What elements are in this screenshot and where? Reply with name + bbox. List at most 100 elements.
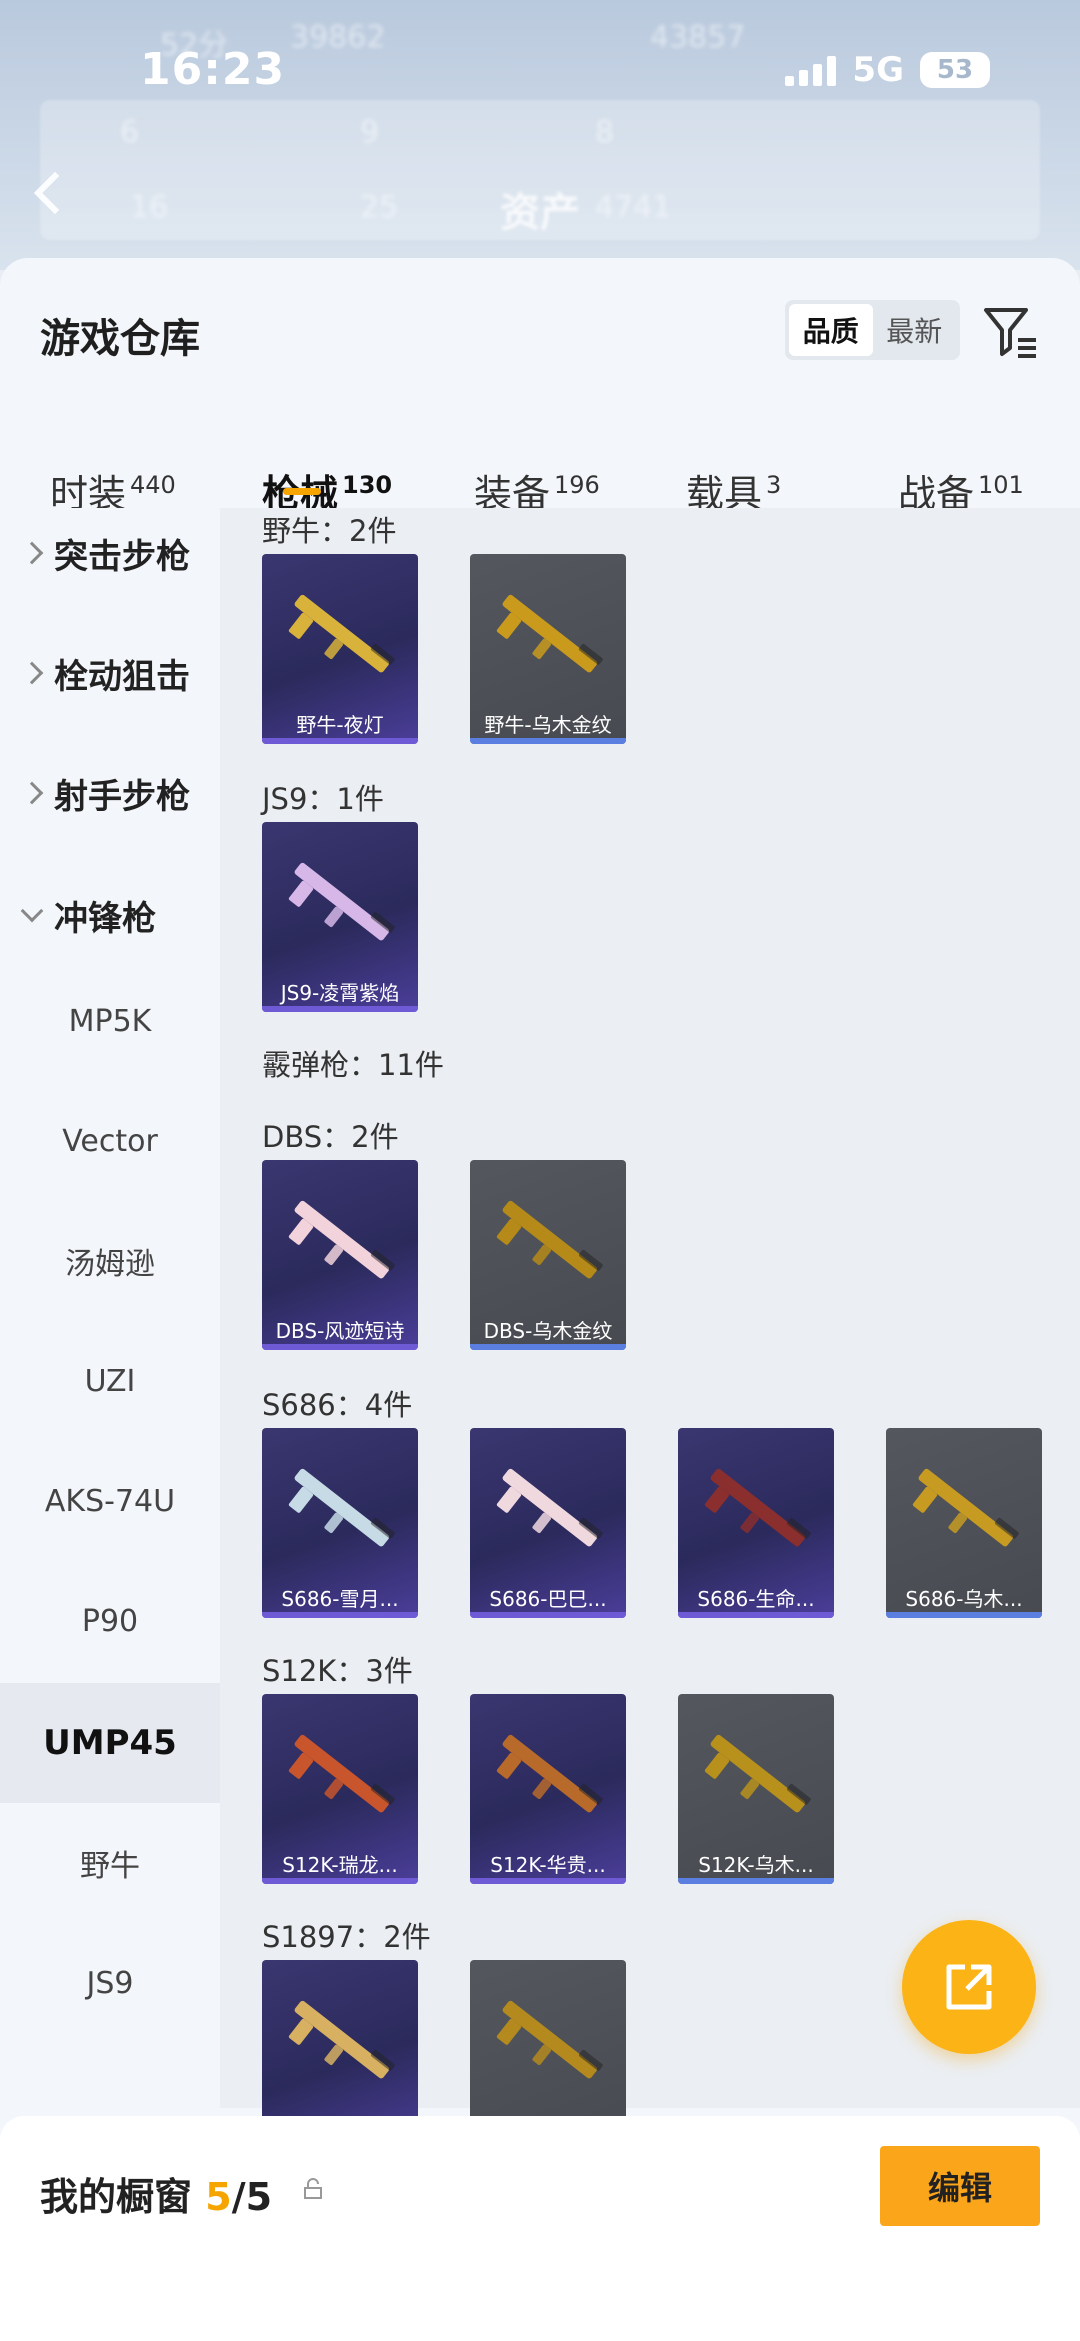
sidebar-category-smg[interactable]: 冲锋枪 xyxy=(0,870,220,960)
weapon-image xyxy=(496,2000,603,2079)
weapon-name: DBS-风迹短诗 xyxy=(275,1319,405,1343)
weapon-card[interactable]: S12K-华贵... xyxy=(470,1694,626,1884)
weapon-image xyxy=(496,1468,603,1547)
rarity-bar xyxy=(262,738,418,744)
sidebar-item-vector[interactable]: Vector xyxy=(0,1081,220,1201)
rarity-bar xyxy=(262,1612,418,1618)
share-external-icon xyxy=(946,1964,992,2010)
weapon-name: JS9-凌霄紫焰 xyxy=(280,981,400,1005)
sidebar-item-bison[interactable]: 野牛 xyxy=(0,1803,220,1923)
sidebar-item-p90[interactable]: P90 xyxy=(0,1561,220,1681)
sidebar: 突击步枪 栓动狙击 射手步枪 冲锋枪 MP5K Vector 汤姆逊 UZI A… xyxy=(0,508,220,2108)
group-label: S12K：3件 xyxy=(262,1654,413,1688)
weapon-card[interactable]: JS9-凌霄紫焰 xyxy=(262,822,418,1012)
weapon-image xyxy=(704,1734,811,1813)
weapon-image xyxy=(288,2000,395,2079)
weapon-grid: 野牛：2件 JS9：1件 霰弹枪：11件 DBS：2件 S686：4件 S12K… xyxy=(220,508,1080,2150)
network-label: 5G xyxy=(852,50,904,90)
rarity-bar xyxy=(470,1612,626,1618)
ghost-text: 43857 xyxy=(650,20,746,55)
weapon-card[interactable]: 野牛-乌木金纹 xyxy=(470,554,626,744)
ghost-text: 16 xyxy=(130,190,169,225)
sidebar-item-aks74u[interactable]: AKS-74U xyxy=(0,1441,220,1561)
group-label: 霰弹枪：11件 xyxy=(262,1048,444,1082)
rarity-bar xyxy=(470,1344,626,1350)
chevron-right-icon xyxy=(20,661,44,685)
battery-icon: 53 xyxy=(920,52,990,88)
status-indicators: 5G 53 xyxy=(785,50,990,90)
sidebar-category-marksman-rifle[interactable]: 射手步枪 xyxy=(0,748,220,838)
rarity-bar xyxy=(262,1878,418,1884)
showcase-current-count: 5 xyxy=(205,2175,232,2219)
chevron-right-icon xyxy=(20,541,44,565)
weapon-name: S686-乌木... xyxy=(905,1587,1023,1611)
weapon-name: 野牛-夜灯 xyxy=(296,713,384,737)
weapon-image xyxy=(288,862,395,941)
weapon-image xyxy=(288,1468,395,1547)
weapon-image xyxy=(496,1200,603,1279)
weapon-name: S686-巴巳... xyxy=(489,1587,607,1611)
weapon-card[interactable]: S686-巴巳... xyxy=(470,1428,626,1618)
sidebar-item-uzi[interactable]: UZI xyxy=(0,1321,220,1441)
group-label: JS9：1件 xyxy=(262,782,384,816)
warehouse-sheet: 游戏仓库 品质 最新 时装440 枪械130 装备196 载具3 战备101 突… xyxy=(0,258,1080,2341)
sheet-title: 游戏仓库 xyxy=(40,316,200,362)
rarity-bar xyxy=(262,1344,418,1350)
group-label: DBS：2件 xyxy=(262,1120,399,1154)
edit-button[interactable]: 编辑 xyxy=(880,2146,1040,2226)
weapon-image xyxy=(496,594,603,673)
ghost-text: 25 xyxy=(360,190,399,225)
weapon-card[interactable]: S12K-乌木... xyxy=(678,1694,834,1884)
lock-icon xyxy=(304,2178,322,2199)
group-label: S1897：2件 xyxy=(262,1920,431,1954)
weapon-card[interactable]: S12K-瑞龙... xyxy=(262,1694,418,1884)
sort-quality-option[interactable]: 品质 xyxy=(789,304,873,356)
chevron-down-icon xyxy=(20,899,44,923)
group-label: S686：4件 xyxy=(262,1388,413,1422)
group-label: 野牛：2件 xyxy=(262,514,397,548)
weapon-card[interactable]: S686-雪月... xyxy=(262,1428,418,1618)
sidebar-item-mp5k[interactable]: MP5K xyxy=(0,961,220,1081)
showcase-total-count: /5 xyxy=(231,2175,273,2219)
ghost-text: 9 xyxy=(360,115,380,150)
sidebar-item-thompson[interactable]: 汤姆逊 xyxy=(0,1201,220,1321)
ghost-text: 4741 xyxy=(595,190,672,225)
ghost-text: 8 xyxy=(595,115,615,150)
weapon-card[interactable]: S686-生命... xyxy=(678,1428,834,1618)
background-header: 52分 39862 43857 6 9 8 16 25 资产 4741 xyxy=(0,0,1080,270)
chevron-right-icon xyxy=(20,781,44,805)
weapon-image xyxy=(496,1734,603,1813)
ghost-text: 6 xyxy=(120,115,140,150)
signal-icon xyxy=(785,54,837,86)
rarity-bar xyxy=(886,1612,1042,1618)
weapon-card[interactable]: 野牛-夜灯 xyxy=(262,554,418,744)
rarity-bar xyxy=(678,1878,834,1884)
weapon-name: S12K-瑞龙... xyxy=(282,1853,398,1877)
weapon-name: 野牛-乌木金纹 xyxy=(484,713,612,737)
sidebar-category-bolt-sniper[interactable]: 栓动狙击 xyxy=(0,628,220,718)
showcase-label: 我的橱窗 5/5 xyxy=(40,2175,273,2219)
sidebar-category-assault-rifle[interactable]: 突击步枪 xyxy=(0,508,220,598)
weapon-card[interactable]: DBS-风迹短诗 xyxy=(262,1160,418,1350)
category-tabs: 时装440 枪械130 装备196 载具3 战备101 xyxy=(0,418,1080,516)
weapon-name: DBS-乌木金纹 xyxy=(483,1319,613,1343)
page-title: 资产 xyxy=(500,190,580,236)
filter-icon[interactable] xyxy=(980,300,1040,360)
weapon-image xyxy=(704,1468,811,1547)
weapon-image xyxy=(912,1468,1019,1547)
status-time: 16:23 xyxy=(140,44,286,95)
share-button[interactable] xyxy=(902,1920,1036,2054)
weapon-name: S12K-华贵... xyxy=(490,1853,606,1877)
sort-toggle: 品质 最新 xyxy=(785,300,960,360)
sidebar-item-ump45[interactable]: UMP45 xyxy=(0,1683,220,1803)
weapon-name: S686-生命... xyxy=(697,1587,815,1611)
rarity-bar xyxy=(470,1878,626,1884)
weapon-name: S12K-乌木... xyxy=(698,1853,814,1877)
rarity-bar xyxy=(262,1006,418,1012)
rarity-bar xyxy=(678,1612,834,1618)
weapon-card[interactable]: S686-乌木... xyxy=(886,1428,1042,1618)
weapon-image xyxy=(288,594,395,673)
weapon-card[interactable]: DBS-乌木金纹 xyxy=(470,1160,626,1350)
sort-newest-option[interactable]: 最新 xyxy=(873,304,957,356)
sidebar-item-js9[interactable]: JS9 xyxy=(0,1923,220,2043)
